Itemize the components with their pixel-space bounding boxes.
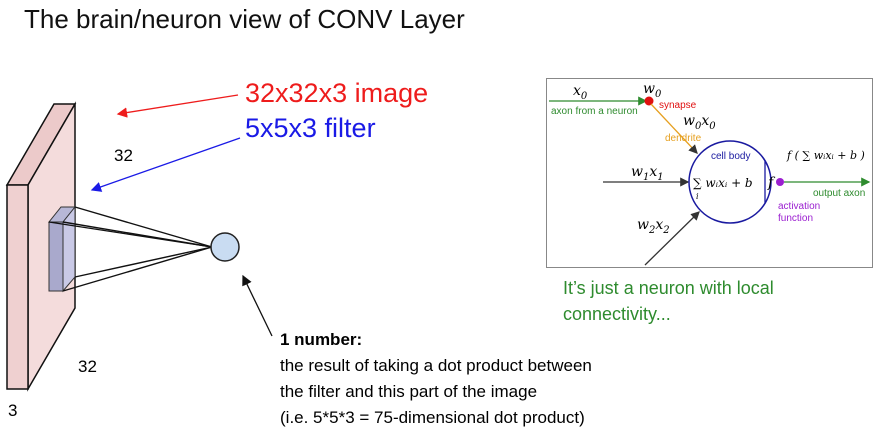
annotation-line: the result of taking a dot product betwe… [280,356,592,375]
annotation-line: (i.e. 5*5*3 = 75-dimensional dot product… [280,408,585,427]
width-dimension-label: 32 [114,146,133,165]
height-dimension-label: 32 [78,357,97,376]
w0x0-label: w0x0 [683,113,716,132]
filter-box-front [48,221,64,292]
connection-line [74,246,213,278]
output-neuron [210,232,240,262]
filter-size-label: 5x5x3 filter [245,113,376,143]
axon-from-neuron-label: axon from a neuron [551,106,638,117]
connection-line [62,246,213,292]
function-label: function [778,213,813,224]
output-axon-label: output axon [813,188,865,199]
output-expression: f ( ∑ wᵢxᵢ + b ) [786,149,865,162]
x0-label: x0 [573,83,588,102]
w2x2-label: w2x2 [637,217,670,236]
activation-label: activation [778,201,820,212]
synapse-label: synapse [659,100,697,111]
neuron-caption-line1: It’s just a neuron with local [563,278,774,298]
depth-dimension-label: 3 [8,401,18,420]
image-slab-front [6,184,29,390]
activation-dot [776,178,784,186]
neuron-figure: x0 w0 synapse axon from a neuron w0x0 de… [546,78,873,268]
filter-box-side [62,205,76,293]
annotation-heading: 1 number: [280,330,363,349]
image-size-label: 32x32x3 image [245,78,429,108]
w0-label: w0 [643,81,662,100]
annotation-line: the filter and this part of the image [280,382,538,401]
w1x1-label: w1x1 [631,164,664,183]
input-w2x2-line [644,211,700,266]
image-pointer-arrow [116,94,239,118]
cell-body-label: cell body [711,151,750,162]
neuron-figure-svg: x0 w0 synapse axon from a neuron w0x0 de… [549,81,871,266]
sum-expression: ∑ wᵢxᵢ + b [693,176,753,190]
neuron-caption-line2: connectivity... [563,304,671,324]
dendrite-label: dendrite [665,133,702,144]
sum-index: i [696,192,699,201]
synapse-dot [644,96,654,106]
f-label: f [767,175,776,191]
result-pointer-arrow [242,274,273,337]
